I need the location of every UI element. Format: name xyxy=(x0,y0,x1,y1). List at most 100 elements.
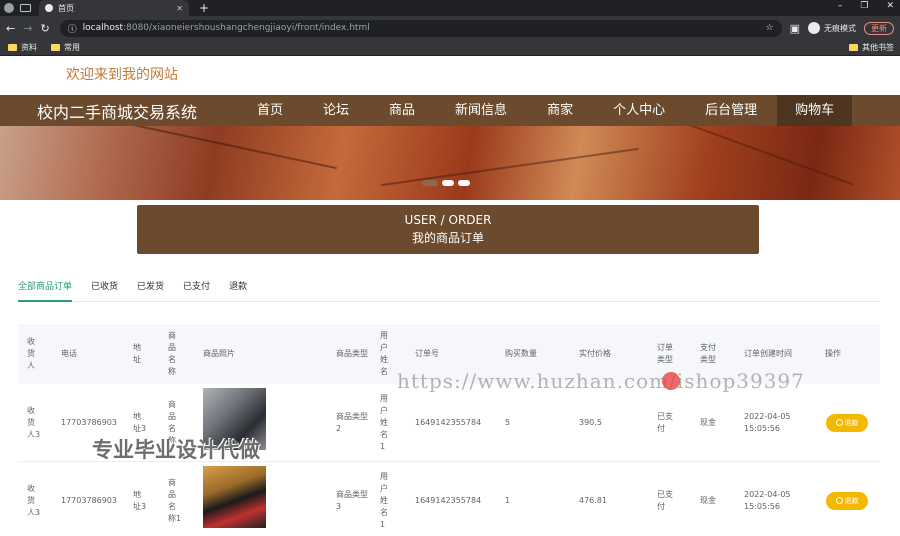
bookmark-label: 资料 xyxy=(21,43,37,52)
tab-refund[interactable]: 退款 xyxy=(229,280,247,302)
menu-products[interactable]: 商品 xyxy=(369,95,435,126)
cell-quantity: 5 xyxy=(505,417,511,427)
menu-admin[interactable]: 后台管理 xyxy=(685,95,777,126)
menu-home[interactable]: 首页 xyxy=(237,95,303,126)
browser-menu-icon[interactable] xyxy=(4,3,14,13)
tab-all-orders[interactable]: 全部商品订单 xyxy=(18,280,73,302)
cell-created-time: 2022-04-05 15:05:56 xyxy=(744,411,791,435)
browser-tab-strip: 首页 ✕ + – ❐ ✕ xyxy=(0,0,900,16)
header-user-name: 用户姓名 xyxy=(380,331,388,376)
header-product-photo: 商品照片 xyxy=(203,349,235,358)
tab-shipped[interactable]: 已发货 xyxy=(137,280,164,302)
folder-icon xyxy=(849,44,858,51)
header-product-type: 商品类型 xyxy=(336,349,368,358)
cell-address: 地址3 xyxy=(133,489,147,511)
new-tab-icon[interactable]: + xyxy=(199,1,209,15)
header-product-name: 商品名称 xyxy=(168,331,176,376)
banner-texture xyxy=(381,147,639,187)
section-title-en: USER / ORDER xyxy=(404,213,492,227)
carousel-dot[interactable] xyxy=(442,180,454,186)
created-date: 2022-04-05 xyxy=(744,489,791,499)
carousel-dot[interactable] xyxy=(458,180,470,186)
window-controls: – ❐ ✕ xyxy=(838,1,894,11)
carousel-indicators xyxy=(422,180,470,186)
globe-icon xyxy=(45,4,53,12)
tab-paid[interactable]: 已支付 xyxy=(183,280,210,302)
refund-button[interactable]: 退款 xyxy=(826,491,868,510)
minimize-icon[interactable]: – xyxy=(838,1,843,11)
cell-price: 476.81 xyxy=(579,495,607,505)
welcome-text: 欢迎来到我的网站 xyxy=(66,67,178,83)
refund-icon xyxy=(835,497,843,504)
banner-texture xyxy=(646,126,854,186)
close-tab-icon[interactable]: ✕ xyxy=(176,4,183,13)
close-window-icon[interactable]: ✕ xyxy=(886,1,894,11)
info-icon[interactable]: ⓘ xyxy=(68,22,77,35)
reload-icon[interactable]: ↻ xyxy=(40,22,49,35)
cell-receiver: 收货人3 xyxy=(27,405,41,439)
url-field[interactable]: ⓘ localhost:8080/xiaoneiershoushangcheng… xyxy=(59,19,782,37)
table-row[interactable]: 收货人3 17703786903 地址3 商品名称1 商品类型3 用户姓名1 1… xyxy=(18,462,880,532)
cell-quantity: 1 xyxy=(505,495,511,505)
incognito-icon xyxy=(808,22,820,34)
folder-icon xyxy=(8,44,17,51)
incognito-profile[interactable]: 无痕模式 xyxy=(808,22,856,34)
tab-search-icon[interactable] xyxy=(20,4,31,12)
created-time: 15:05:56 xyxy=(744,423,780,433)
url-path: :8080/xiaoneiershoushangchengjiaoyi/fron… xyxy=(123,23,370,33)
folder-icon xyxy=(51,44,60,51)
cell-pay-type: 现金 xyxy=(700,417,716,427)
order-tabs: 全部商品订单 已收货 已发货 已支付 退款 xyxy=(18,280,880,302)
menu-merchants[interactable]: 商家 xyxy=(527,95,593,126)
banner-carousel xyxy=(0,126,900,200)
menu-cart[interactable]: 购物车 xyxy=(777,95,853,126)
header-action: 操作 xyxy=(825,349,841,358)
cell-order-type: 已支付 xyxy=(657,411,673,433)
refund-icon xyxy=(835,419,843,426)
url-host: localhost xyxy=(82,23,124,33)
other-bookmarks[interactable]: 其他书签 xyxy=(849,42,894,53)
update-button[interactable]: 更新 xyxy=(864,21,894,35)
refund-button[interactable]: 退款 xyxy=(826,413,868,432)
bookmark-folder[interactable]: 常用 xyxy=(51,42,80,53)
site-title: 校内二手商城交易系统 xyxy=(37,102,198,122)
header-phone: 电话 xyxy=(61,349,77,358)
watermark-url: https://www.huzhan.com/ishop39397 xyxy=(397,369,805,393)
sidebar-icon[interactable]: ▣ xyxy=(790,22,800,35)
back-icon[interactable]: ← xyxy=(6,22,15,35)
carousel-dot[interactable] xyxy=(422,180,438,186)
profile-label: 无痕模式 xyxy=(824,23,856,33)
header-quantity: 购买数量 xyxy=(505,349,537,358)
bookmark-label: 其他书签 xyxy=(862,43,894,52)
banner-texture xyxy=(43,126,337,170)
restore-icon[interactable]: ❐ xyxy=(860,1,868,11)
product-photo xyxy=(203,466,266,528)
header-pay-type: 支付类型 xyxy=(700,343,716,364)
forward-icon[interactable]: → xyxy=(23,22,32,35)
cell-pay-type: 现金 xyxy=(700,495,716,505)
bookmarks-bar: 资料 常用 其他书签 xyxy=(0,40,900,56)
bookmark-folder[interactable]: 资料 xyxy=(8,42,37,53)
cell-user-name: 用户姓名1 xyxy=(380,393,388,451)
page: 欢迎来到我的网站 校内二手商城交易系统 首页 论坛 商品 新闻信息 商家 个人中… xyxy=(0,56,900,532)
tab-received[interactable]: 已收货 xyxy=(91,280,118,302)
main-menu: 首页 论坛 商品 新闻信息 商家 个人中心 后台管理 购物车 xyxy=(237,95,853,126)
cell-phone: 17703786903 xyxy=(61,495,117,505)
bookmark-label: 常用 xyxy=(64,43,80,52)
watermark-text: 专业毕业设计代做 xyxy=(92,438,260,462)
cell-product-type: 商品类型3 xyxy=(336,489,368,511)
cell-order-no: 1649142355784 xyxy=(415,495,482,505)
menu-news[interactable]: 新闻信息 xyxy=(435,95,527,126)
refund-label: 退款 xyxy=(844,496,859,505)
address-bar-row: ← → ↻ ⓘ localhost:8080/xiaoneiershoushan… xyxy=(0,16,900,40)
browser-tab[interactable]: 首页 ✕ xyxy=(39,0,189,16)
section-title-box: USER / ORDER 我的商品订单 xyxy=(137,205,759,254)
cell-product-name: 商品名称1 xyxy=(168,477,182,523)
created-time: 15:05:56 xyxy=(744,501,780,511)
header-order-type: 订单类型 xyxy=(657,343,673,364)
bookmark-star-icon[interactable]: ☆ xyxy=(766,23,774,33)
menu-forum[interactable]: 论坛 xyxy=(303,95,369,126)
menu-personal-center[interactable]: 个人中心 xyxy=(593,95,685,126)
cell-order-type: 已支付 xyxy=(657,489,673,511)
refund-label: 退款 xyxy=(844,418,859,427)
